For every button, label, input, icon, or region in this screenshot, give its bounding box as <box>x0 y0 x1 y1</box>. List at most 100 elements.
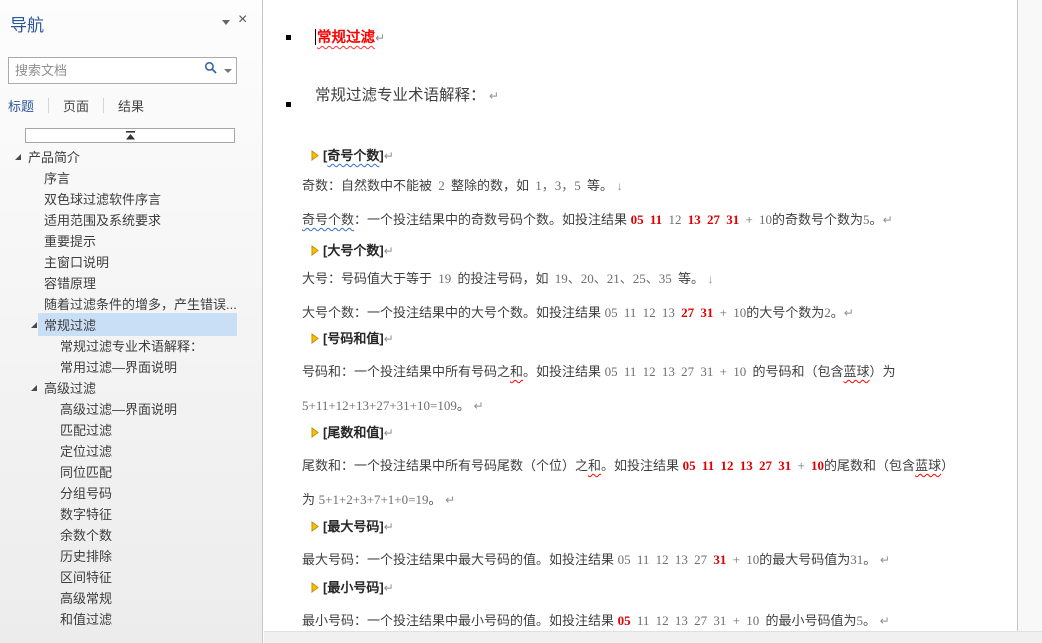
text-segment: ↵ <box>384 149 394 163</box>
heading-collapse-triangle-icon[interactable] <box>311 242 319 262</box>
tree-item[interactable]: 容错原理 <box>0 272 263 293</box>
heading-collapse-triangle-icon[interactable] <box>311 579 319 599</box>
text-segment: ↵ <box>883 213 893 227</box>
heading-collapse-triangle-icon[interactable] <box>311 147 319 167</box>
navigation-tabs: 标题 页面 结果 <box>8 96 144 115</box>
body-paragraph: 为 5+1+2+3+7+1+0=19。 ↵ <box>302 490 455 510</box>
tree-item-label: 双色球过滤软件序言 <box>38 187 237 210</box>
heading-collapse-triangle-icon[interactable] <box>311 424 319 444</box>
text-segment: ↵ <box>384 520 394 534</box>
text-segment: + 10 <box>713 305 746 320</box>
tree-item[interactable]: 序言 <box>0 167 263 188</box>
tree-item[interactable]: 历史排除 <box>0 545 263 566</box>
text-segment: 奇号个数 <box>302 212 354 227</box>
tree-item[interactable]: 主窗口说明 <box>0 251 263 272</box>
search-box[interactable] <box>8 57 237 84</box>
text-segment: ） <box>941 458 954 473</box>
text-segment: 。 <box>831 305 844 320</box>
tree-item[interactable]: 产品简介 <box>0 146 263 167</box>
tree-item[interactable]: 高级常规 <box>0 587 263 608</box>
section-heading: [大号个数]↵ <box>311 241 394 262</box>
text-segment: 等。 <box>587 178 617 193</box>
text-segment: ↓ <box>617 179 623 193</box>
tree-item[interactable]: 高级过滤—界面说明 <box>0 398 263 419</box>
tree-item[interactable]: 随着过滤条件的增多，产生错误... <box>0 293 263 314</box>
document-heading: 常规过滤专业术语解释： ↵ <box>315 86 499 106</box>
text-segment: 05 <box>618 613 631 628</box>
tree-item-label: 数字特征 <box>54 502 237 525</box>
section-heading: [最小号码]↵ <box>311 578 394 599</box>
tree-item[interactable]: 重要提示 <box>0 230 263 251</box>
tab-pages[interactable]: 页面 <box>63 96 89 115</box>
outline-bullet-icon <box>286 35 291 40</box>
document-page[interactable]: 常规过滤↵常规过滤专业术语解释： ↵[奇号个数]↵奇数：自然数中不能被 2 整除… <box>264 0 1017 631</box>
search-options-dropdown-icon[interactable] <box>224 69 232 73</box>
tree-item-label: 高级过滤—界面说明 <box>54 397 237 420</box>
tree-item-label: 余数个数 <box>54 523 237 546</box>
tab-headings[interactable]: 标题 <box>8 96 34 115</box>
tree-item[interactable]: 区间特征 <box>0 566 263 587</box>
text-segment: 。如投注结果 <box>601 458 683 473</box>
section-heading: [最大号码]↵ <box>311 517 394 538</box>
text-segment: ↵ <box>384 581 394 595</box>
tree-item[interactable]: 同位匹配 <box>0 461 263 482</box>
text-segment: 大号个数：一个投注结果中的大号个数。如投注结果 <box>302 305 605 320</box>
tree-item[interactable]: 定位过滤 <box>0 440 263 461</box>
tree-item[interactable]: 常规过滤专业术语解释： <box>0 335 263 356</box>
tree-item[interactable]: 和值过滤 <box>0 608 263 629</box>
pane-options-dropdown-icon[interactable] <box>222 20 230 25</box>
text-segment: ↵ <box>384 332 394 346</box>
tab-separator <box>103 98 104 113</box>
tab-results[interactable]: 结果 <box>118 96 144 115</box>
body-paragraph: 5+11+12+13+27+31+10=109。 ↵ <box>302 396 484 416</box>
tree-item[interactable]: 常规过滤 <box>0 314 263 335</box>
text-segment: 大号：号码值大于等于 <box>302 271 432 286</box>
horizontal-scrollbar-track[interactable] <box>264 631 1042 643</box>
text-segment: 和 <box>510 364 523 379</box>
text-segment: ↵ <box>375 31 385 45</box>
close-icon[interactable]: × <box>238 12 247 28</box>
text-segment: 的最大号码值为 <box>759 552 850 567</box>
jump-to-top-button[interactable] <box>25 128 235 143</box>
tree-item[interactable]: 高级过滤 <box>0 377 263 398</box>
text-segment: 05 11 12 13 <box>605 305 682 320</box>
headings-tree: 产品简介序言双色球过滤软件序言适用范围及系统要求重要提示主窗口说明容错原理随着过… <box>0 146 263 629</box>
text-segment: ：一个投注结果中的奇数号码个数。如投注结果 <box>354 212 631 227</box>
text-segment: 1，3，5 <box>529 178 587 193</box>
text-segment: 。 <box>428 492 445 507</box>
tree-item[interactable]: 双色球过滤软件序言 <box>0 188 263 209</box>
text-segment: 等。 <box>678 271 708 286</box>
text-segment: 最小号码：一个投注结果中最小号码的值。如投注结果 <box>302 613 618 628</box>
text-segment: 05 11 <box>631 212 663 227</box>
tree-item[interactable]: 数字特征 <box>0 503 263 524</box>
tree-item-label: 容错原理 <box>38 271 237 294</box>
text-segment: 19、20、21、25、35 <box>549 271 679 286</box>
text-segment: 13 27 31 <box>688 212 740 227</box>
navigation-pane: 导航 × 标题 页面 结果 产品简介序言双 <box>0 0 263 643</box>
text-segment: 整除的数，如 <box>451 178 529 193</box>
text-segment: [大号个数] <box>323 243 384 258</box>
tree-item-label: 区间特征 <box>54 565 237 588</box>
heading-collapse-triangle-icon[interactable] <box>311 518 319 538</box>
text-segment: 为 <box>302 492 319 507</box>
tree-item[interactable]: 余数个数 <box>0 524 263 545</box>
text-segment: 05 11 12 13 27 <box>618 552 714 567</box>
navigation-pane-title: 导航 <box>10 11 44 36</box>
text-segment: 的最小号码值为 <box>765 613 856 628</box>
search-icon[interactable] <box>204 61 218 80</box>
text-segment: 11 12 13 27 31 + 10 <box>631 613 766 628</box>
tree-item[interactable]: 常用过滤—界面说明 <box>0 356 263 377</box>
tree-item[interactable]: 分组号码 <box>0 482 263 503</box>
search-input[interactable] <box>15 63 204 78</box>
text-segment: + <box>791 458 811 473</box>
text-segment: 31 <box>850 552 863 567</box>
heading-collapse-triangle-icon[interactable] <box>311 330 319 350</box>
vertical-scrollbar-track[interactable] <box>1017 0 1042 631</box>
text-segment: 的奇数号个数为 <box>772 212 863 227</box>
tree-item[interactable]: 适用范围及系统要求 <box>0 209 263 230</box>
text-segment: 的投注号码，如 <box>458 271 549 286</box>
text-segment: [最大号码] <box>323 519 384 534</box>
text-segment: + 10 <box>739 212 772 227</box>
body-paragraph: 奇号个数：一个投注结果中的奇数号码个数。如投注结果 05 11 12 13 27… <box>302 210 893 230</box>
tree-item[interactable]: 匹配过滤 <box>0 419 263 440</box>
